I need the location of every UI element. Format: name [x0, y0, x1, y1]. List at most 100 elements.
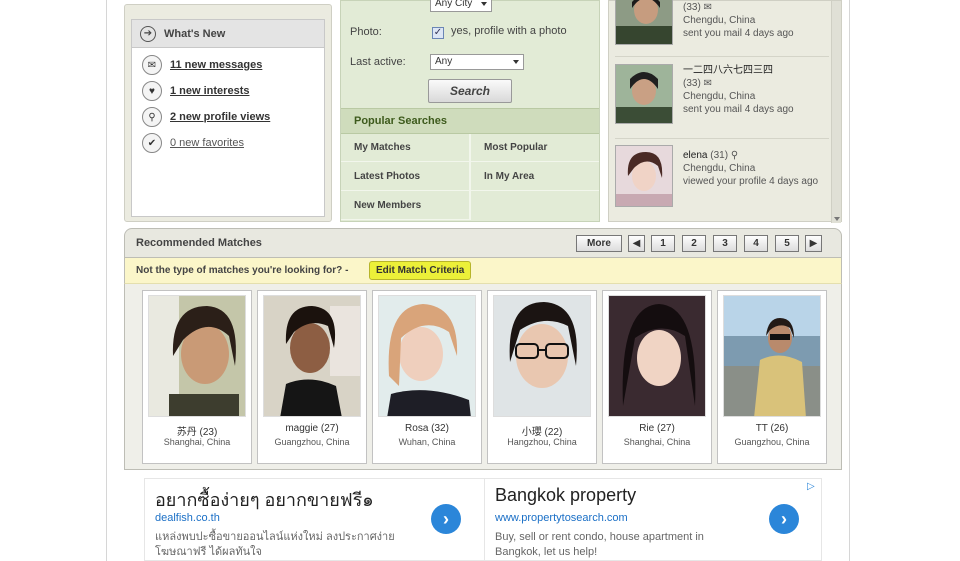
match-name[interactable]: TT (26): [718, 423, 826, 434]
envelope-icon: ✉: [142, 55, 162, 75]
more-button[interactable]: More: [576, 235, 622, 252]
arrow-right-icon[interactable]: ›: [431, 504, 461, 534]
ad-dealfish[interactable]: อยากซื้อง่ายๆ อยากขายฟรี๑ dealfish.co.th…: [145, 479, 484, 561]
whats-new-favorites[interactable]: ✔ 0 new favorites: [132, 130, 324, 156]
ad-title[interactable]: อยากซื้อง่ายๆ อยากขายฟรี๑: [155, 485, 374, 514]
city-select-value: Any City: [435, 0, 473, 9]
whats-new-title: What's New: [164, 27, 226, 40]
match-location: Wuhan, China: [398, 437, 456, 447]
activity-age: (33): [683, 2, 701, 13]
match-card[interactable]: 苏丹 (23) Shanghai, China: [142, 290, 252, 464]
activity-avatar[interactable]: [615, 64, 673, 124]
ad-url[interactable]: www.propertytosearch.com: [495, 512, 628, 524]
activity-avatar[interactable]: [615, 0, 673, 45]
ad-description-line: Bangkok, let us help!: [495, 546, 598, 558]
match-photo[interactable]: [493, 295, 591, 417]
activity-text: (33) ✉ Chengdu, China sent you mail 4 da…: [683, 1, 833, 40]
ad-url[interactable]: dealfish.co.th: [155, 512, 220, 524]
page-1-button[interactable]: 1: [651, 235, 675, 252]
match-photo[interactable]: [263, 295, 361, 417]
search-button[interactable]: Search: [428, 79, 512, 103]
popular-in-my-area[interactable]: In My Area: [471, 163, 599, 191]
activity-age-line: (33) ✉: [683, 1, 833, 14]
last-active-select[interactable]: Any: [430, 54, 524, 70]
match-photo[interactable]: [723, 295, 821, 417]
arrow-right-icon[interactable]: ›: [769, 504, 799, 534]
activity-text: 一二四八六七四三四 (33) ✉ Chengdu, China sent you…: [683, 64, 833, 116]
envelope-icon: ✉: [703, 78, 712, 89]
activity-divider: [615, 56, 829, 57]
activity-name[interactable]: 一二四八六七四三四: [683, 64, 833, 77]
last-active-value: Any: [435, 56, 453, 67]
ad-bangkok-property[interactable]: Bangkok property www.propertytosearch.co…: [485, 479, 823, 561]
new-favorites-link[interactable]: 0 new favorites: [170, 137, 244, 149]
match-photo[interactable]: [378, 295, 476, 417]
match-criteria-bar: Not the type of matches you're looking f…: [124, 258, 842, 284]
activity-avatar[interactable]: [615, 145, 673, 207]
page-5-button[interactable]: 5: [775, 235, 799, 252]
popular-my-matches[interactable]: My Matches: [341, 134, 469, 162]
activity-age-line: (33) ✉: [683, 77, 833, 90]
match-name[interactable]: Rosa (32): [373, 423, 481, 434]
match-location: Shanghai, China: [623, 437, 691, 447]
match-card[interactable]: TT (26) Guangzhou, China: [717, 290, 827, 464]
match-card[interactable]: Rosa (32) Wuhan, China: [372, 290, 482, 464]
popular-latest-photos[interactable]: Latest Photos: [341, 163, 469, 191]
activity-action: sent you mail 4 days ago: [683, 28, 794, 39]
activity-action: sent you mail 4 days ago: [683, 104, 794, 115]
match-card[interactable]: 小瓔 (22) Hangzhou, China: [487, 290, 597, 464]
match-card[interactable]: maggie (27) Guangzhou, China: [257, 290, 367, 464]
ad-description-line: Buy, sell or rent condo, house apartment…: [495, 531, 704, 543]
whats-new-panel: ➔ What's New ✉ 11 new messages ♥ 1 new i…: [124, 4, 332, 222]
whats-new-interests[interactable]: ♥ 1 new interests: [132, 78, 324, 104]
last-active-row: Last active:: [350, 56, 406, 68]
page-3-button[interactable]: 3: [713, 235, 737, 252]
prev-page-icon[interactable]: ◀: [628, 235, 645, 252]
scroll-down-icon[interactable]: [834, 217, 840, 221]
arrow-right-circle-icon: ➔: [140, 25, 156, 42]
match-name[interactable]: Rie (27): [603, 423, 711, 434]
ad-title[interactable]: Bangkok property: [495, 485, 636, 506]
activity-panel: (33) ✉ Chengdu, China sent you mail 4 da…: [608, 0, 842, 223]
new-profile-views-link[interactable]: 2 new profile views: [170, 111, 270, 123]
page-4-button[interactable]: 4: [744, 235, 768, 252]
city-select[interactable]: Any City: [430, 0, 492, 12]
popular-searches-grid: My Matches Most Popular Latest Photos In…: [341, 134, 599, 220]
page-2-button[interactable]: 2: [682, 235, 706, 252]
activity-name[interactable]: elena: [683, 150, 707, 161]
match-name[interactable]: maggie (27): [258, 423, 366, 434]
match-photo[interactable]: [608, 295, 706, 417]
ad-description: แหล่งพบปะซื้อขายออนไลน์แห่งใหม่ ลงประกาศ…: [155, 530, 395, 560]
popular-most-popular[interactable]: Most Popular: [471, 134, 599, 162]
activity-action: viewed your profile 4 days ago: [683, 176, 819, 187]
photo-row: Photo:: [350, 26, 382, 38]
activity-text: elena (31) ⚲ Chengdu, China viewed your …: [683, 149, 833, 188]
popular-new-members[interactable]: New Members: [341, 192, 469, 220]
match-name[interactable]: 苏丹 (23): [143, 423, 251, 438]
chevron-down-icon: [481, 2, 487, 6]
activity-name-line: elena (31) ⚲: [683, 149, 833, 162]
recommended-header: Recommended Matches More ◀ 1 2 3 4 5 ▶: [124, 228, 842, 258]
popular-searches-header: Popular Searches: [341, 108, 599, 134]
match-card[interactable]: Rie (27) Shanghai, China: [602, 290, 712, 464]
whats-new-messages[interactable]: ✉ 11 new messages: [132, 52, 324, 78]
match-cards: 苏丹 (23) Shanghai, China maggie (27) Guan…: [124, 284, 842, 470]
new-interests-link[interactable]: 1 new interests: [170, 85, 249, 97]
match-location: Hangzhou, China: [507, 437, 577, 447]
whats-new-header: ➔ What's New: [132, 20, 324, 48]
match-location: Shanghai, China: [163, 437, 231, 447]
photo-checkbox-label: yes, profile with a photo: [451, 25, 567, 37]
match-photo[interactable]: [148, 295, 246, 417]
activity-age: (33): [683, 78, 701, 89]
next-page-icon[interactable]: ▶: [805, 235, 822, 252]
match-name[interactable]: 小瓔 (22): [488, 423, 596, 438]
photo-checkbox[interactable]: ✓: [432, 27, 444, 39]
edit-match-criteria-button[interactable]: Edit Match Criteria: [369, 261, 472, 280]
photo-checkbox-label-wrap: yes, profile with a photo: [451, 25, 567, 37]
checkmark-icon: ✔: [142, 133, 162, 153]
match-location: Guangzhou, China: [734, 437, 810, 447]
new-messages-link[interactable]: 11 new messages: [170, 59, 262, 71]
whats-new-profile-views[interactable]: ⚲ 2 new profile views: [132, 104, 324, 130]
activity-location: Chengdu, China: [683, 163, 756, 174]
last-active-label: Last active:: [350, 56, 406, 68]
